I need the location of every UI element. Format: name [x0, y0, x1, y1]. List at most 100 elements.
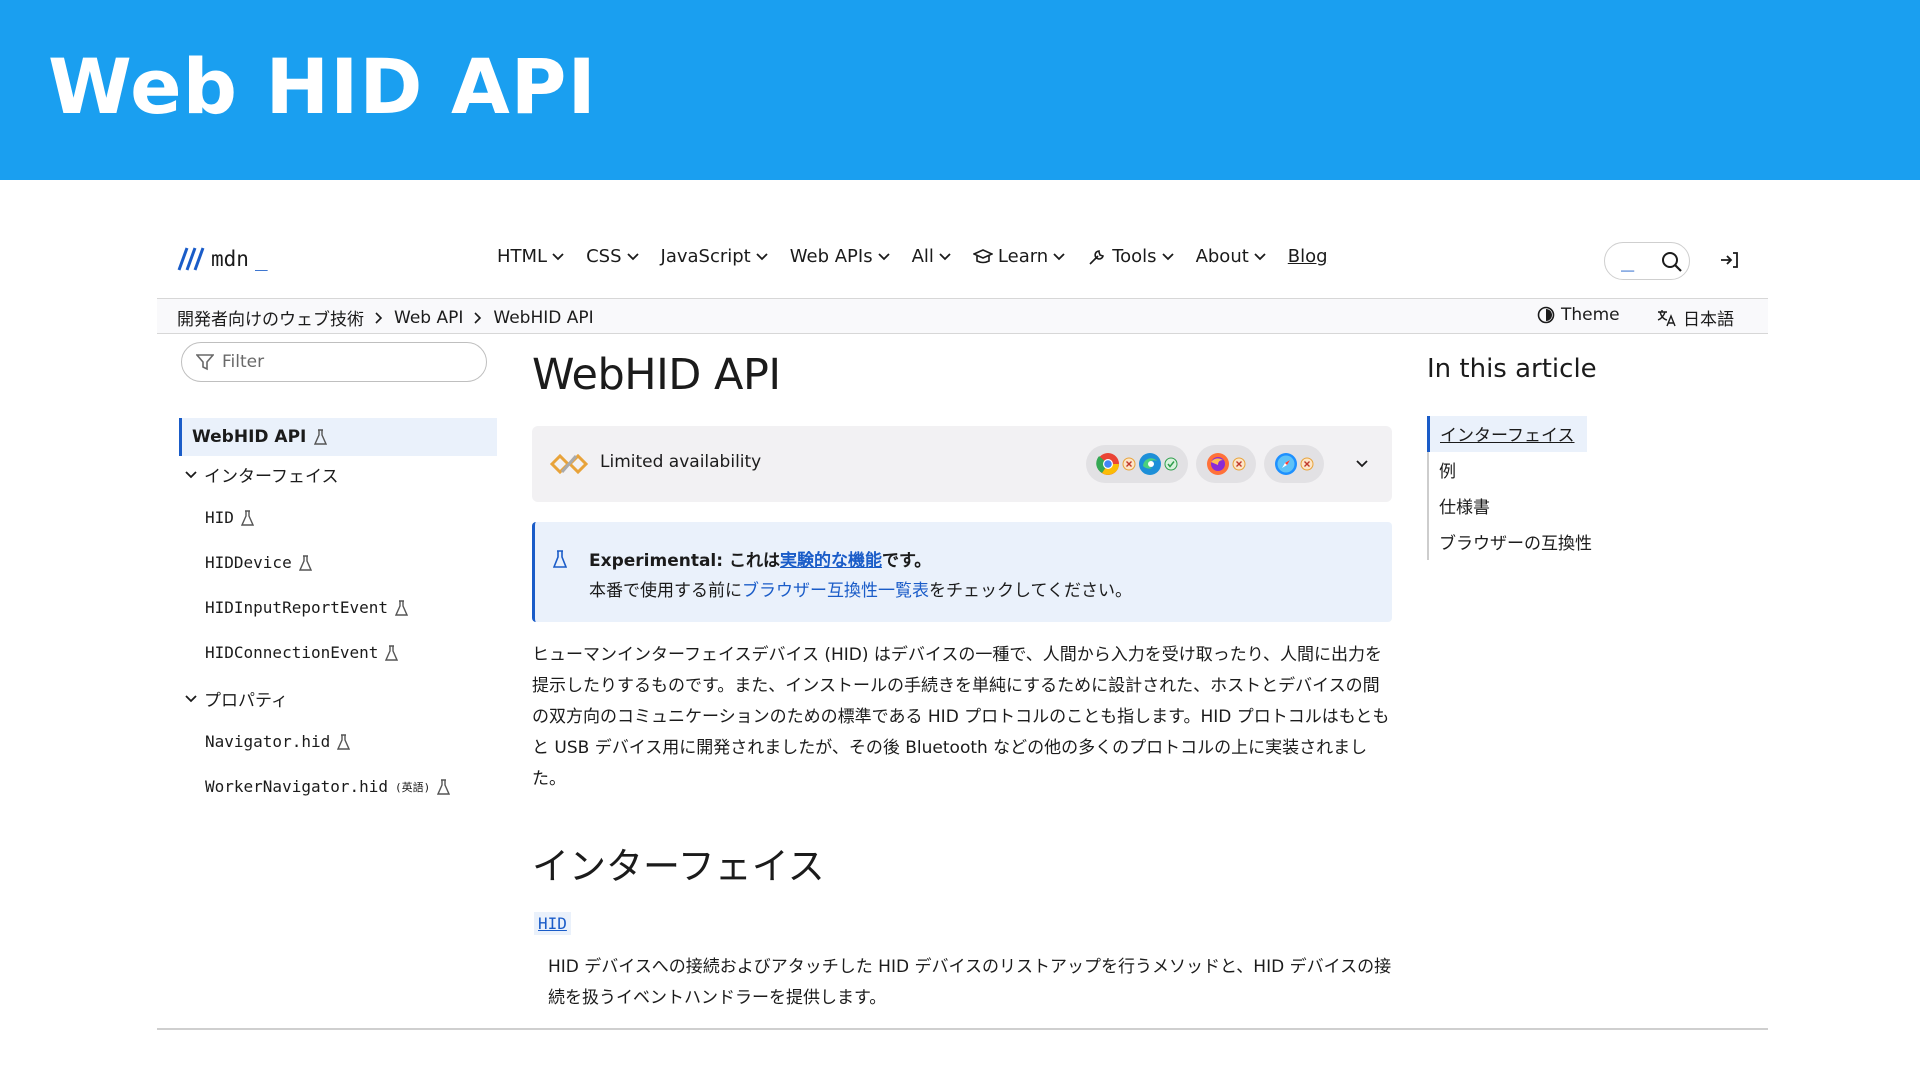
firefox-icon: [1207, 453, 1229, 475]
experimental-feature-link[interactable]: 実験的な機能: [780, 551, 882, 571]
chevron-right-icon: [474, 311, 482, 324]
filter-input[interactable]: Filter: [181, 342, 487, 382]
browser-group-chromium: [1086, 445, 1188, 483]
availability-label: Limited availability: [600, 452, 762, 472]
chevron-down-icon: [185, 694, 197, 702]
frame-bottom-divider: [157, 1028, 1768, 1030]
experimental-pre: これは: [723, 551, 780, 571]
flask-icon: [337, 733, 351, 750]
flask-icon: [298, 554, 312, 571]
page-title: WebHID API: [532, 350, 781, 400]
menu-all-label: All: [911, 246, 934, 267]
wrench-icon: [1089, 249, 1105, 265]
search-icon: [1662, 252, 1682, 272]
search-cursor: _: [1621, 247, 1635, 272]
breadcrumb-item[interactable]: Web API: [394, 308, 463, 328]
sidebar-item-webhid-api[interactable]: WebHID API: [179, 418, 497, 456]
graduation-cap-icon: [972, 248, 993, 263]
experimental-notice: Experimental: これは実験的な機能です。 本番で使用する前にブラウザ…: [532, 522, 1392, 622]
section-heading-interfaces: インターフェイス: [532, 845, 825, 888]
flask-icon: [385, 644, 399, 661]
flask-icon: [437, 778, 451, 795]
main-menu: HTML CSS JavaScript Web APIs All Learn T…: [497, 246, 1328, 267]
sidebar-group-interfaces[interactable]: インターフェイス: [185, 462, 338, 487]
toc-item-examples[interactable]: 例: [1429, 452, 1627, 488]
limited-availability-icon: [550, 453, 588, 475]
toc-list: インターフェイス 例 仕様書 ブラウザーの互換性: [1427, 416, 1627, 560]
chevron-down-icon[interactable]: [1356, 460, 1368, 468]
breadcrumb: 開発者向けのウェブ技術 Web API WebHID API: [177, 305, 594, 331]
availability-banner[interactable]: Limited availability: [532, 426, 1392, 502]
toc-title: In this article: [1427, 354, 1597, 384]
mdn-logo[interactable]: mdn _: [177, 246, 268, 272]
sidebar-item-label: HIDInputReportEvent: [205, 598, 389, 617]
menu-blog[interactable]: Blog: [1288, 246, 1328, 267]
chevron-down-icon: [756, 252, 768, 260]
toc-item-interfaces[interactable]: インターフェイス: [1427, 416, 1587, 452]
sidebar-item-label: Navigator.hid: [205, 732, 331, 751]
sidebar-item-label: WorkerNavigator.hid: [205, 777, 389, 796]
flask-icon: [395, 599, 409, 616]
toc-item-browser-compat[interactable]: ブラウザーの互換性: [1429, 524, 1627, 560]
language-button[interactable]: 日本語: [1657, 305, 1734, 330]
menu-web-apis-label: Web APIs: [789, 246, 873, 267]
flask-icon: [314, 429, 328, 445]
hid-interface-link[interactable]: HID: [534, 912, 571, 935]
safari-icon: [1275, 453, 1297, 475]
chevron-down-icon: [939, 252, 951, 260]
exp-line2-pre: 本番で使用する前に: [589, 581, 742, 601]
breadcrumb-item[interactable]: WebHID API: [493, 308, 593, 328]
intro-paragraph: ヒューマンインターフェイスデバイス (HID) はデバイスの一種で、人間から入力…: [532, 645, 1390, 789]
experimental-line-2: 本番で使用する前にブラウザー互換性一覧表をチェックしてください。: [589, 576, 1132, 601]
menu-css[interactable]: CSS: [586, 246, 639, 267]
logo-text: mdn: [211, 247, 249, 271]
chevron-right-icon: [375, 311, 383, 324]
menu-learn-label: Learn: [997, 246, 1049, 267]
menu-all[interactable]: All: [912, 246, 951, 267]
toc-item-specifications[interactable]: 仕様書: [1429, 488, 1627, 524]
supported-icon: [1164, 457, 1178, 471]
theme-button[interactable]: Theme: [1537, 305, 1620, 325]
table-of-contents: In this article インターフェイス 例 仕様書 ブラウザーの互換性: [1427, 354, 1727, 560]
experimental-post: です。: [881, 551, 932, 571]
menu-about[interactable]: About: [1196, 246, 1266, 267]
logo-cursor: _: [254, 247, 268, 271]
sidebar-item-hiddevice[interactable]: HIDDevice: [205, 553, 312, 572]
slide-header: Web HID API: [0, 0, 1920, 180]
menu-javascript-label: JavaScript: [660, 246, 751, 267]
menu-javascript[interactable]: JavaScript: [661, 246, 768, 267]
sidebar-item-hidinputreportevent[interactable]: HIDInputReportEvent: [205, 598, 409, 617]
menu-learn[interactable]: Learn: [972, 246, 1065, 267]
sidebar-item-navigator-hid[interactable]: Navigator.hid: [205, 732, 351, 751]
experimental-label: Experimental:: [589, 551, 724, 571]
sidebar-group-properties[interactable]: プロパティ: [185, 686, 288, 711]
chrome-icon: [1096, 453, 1119, 475]
breadcrumb-item[interactable]: 開発者向けのウェブ技術: [177, 305, 364, 330]
menu-css-label: CSS: [586, 246, 622, 267]
sidebar-item-hid[interactable]: HID: [205, 508, 254, 527]
sidebar-item-label: WebHID API: [192, 427, 307, 447]
sidebar-item-hidconnectionevent[interactable]: HIDConnectionEvent: [205, 643, 399, 662]
theme-label: Theme: [1561, 305, 1620, 325]
menu-tools[interactable]: Tools: [1087, 246, 1174, 267]
unsupported-icon: [1300, 457, 1314, 471]
slide-title: Web HID API: [48, 42, 597, 131]
menu-tools-label: Tools: [1112, 246, 1157, 267]
flask-icon: [553, 550, 567, 568]
theme-icon: [1537, 306, 1555, 324]
browser-support-icons: [1086, 445, 1324, 483]
browser-group-firefox: [1196, 445, 1256, 483]
chevron-down-icon: [552, 252, 564, 260]
menu-html[interactable]: HTML: [497, 246, 564, 267]
login-icon[interactable]: [1719, 250, 1739, 270]
menu-web-apis[interactable]: Web APIs: [790, 246, 890, 267]
compat-table-link[interactable]: ブラウザー互換性一覧表: [742, 581, 929, 601]
translate-icon: [1657, 309, 1676, 326]
chevron-down-icon: [185, 470, 197, 478]
sidebar-item-workernavigator-hid[interactable]: WorkerNavigator.hid (英語): [205, 777, 451, 796]
chevron-down-icon: [877, 252, 890, 260]
language-label: 日本語: [1683, 310, 1734, 330]
filter-placeholder: Filter: [222, 352, 265, 372]
sidebar-group-label: プロパティ: [204, 691, 288, 711]
search-button[interactable]: _: [1604, 242, 1690, 280]
